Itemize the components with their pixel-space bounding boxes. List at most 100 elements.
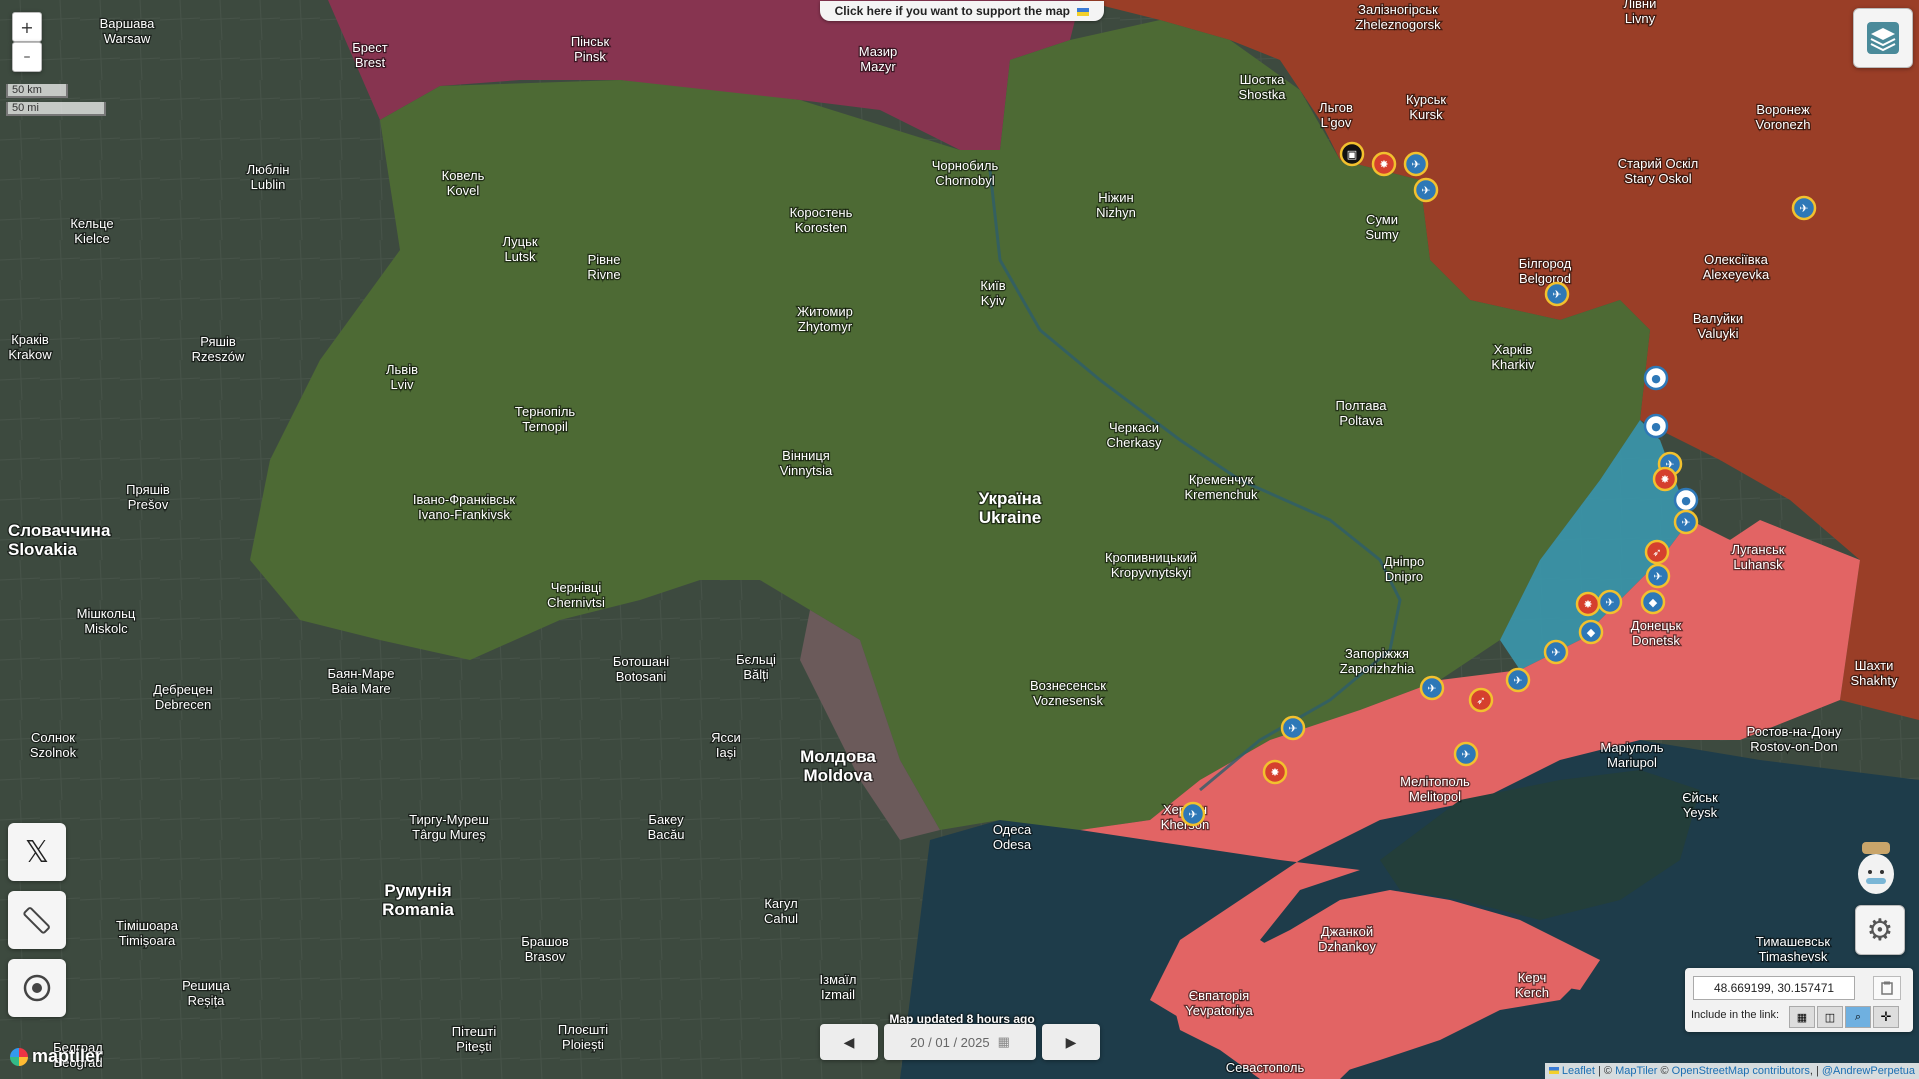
place-label: КиївKyiv <box>979 277 1007 310</box>
drone-marker[interactable]: ✈ <box>1413 177 1439 203</box>
shield-icon: ◆ <box>1649 596 1658 609</box>
calendar-icon: ▦ <box>997 1034 1010 1049</box>
plane-marker[interactable]: ✈ <box>1791 195 1817 221</box>
plane-marker[interactable]: ✈ <box>1280 715 1306 741</box>
place-label: ХарківKharkiv <box>1490 341 1536 374</box>
zoom-out-button[interactable]: – <box>12 42 42 72</box>
author-link[interactable]: @AndrewPerpetua <box>1822 1065 1915 1077</box>
drone-icon: ✈ <box>1653 570 1662 583</box>
next-date-button[interactable]: ▶ <box>1042 1024 1100 1060</box>
place-name-en: Ivano-Frankivsk <box>418 507 510 522</box>
zoom-in-button[interactable]: + <box>12 12 42 42</box>
plane-marker[interactable]: ✈ <box>1543 639 1569 665</box>
place-name-local: Луцьк <box>502 234 537 249</box>
place-label: ПітештіPitești <box>450 1023 497 1056</box>
dot-marker[interactable]: ● <box>1643 365 1669 391</box>
map-canvas[interactable]: ВаршаваWarsawБрестBrestПінськPinsk МазирM… <box>0 0 1919 1079</box>
tank-marker[interactable]: ▣ <box>1339 141 1365 167</box>
place-label: Ростов-на-ДонуRostov-on-Don <box>1745 723 1843 756</box>
place-name-local: Баян-Маре <box>328 666 395 681</box>
shield-marker[interactable]: ◆ <box>1578 619 1604 645</box>
include-layers-toggle[interactable]: ◫ <box>1817 1006 1843 1028</box>
settings-button[interactable]: ⚙ <box>1855 905 1905 955</box>
place-name-local: Суми <box>1366 212 1398 227</box>
mascot-avatar[interactable] <box>1852 836 1900 896</box>
place-name-en: Kremenchuk <box>1185 487 1258 502</box>
place-label: Севастополь <box>1225 1059 1306 1077</box>
support-banner[interactable]: Click here if you want to support the ma… <box>820 1 1104 21</box>
place-name-en: Voznesensk <box>1033 693 1104 708</box>
copy-coords-button[interactable] <box>1873 976 1901 1000</box>
place-name-local: Воронеж <box>1756 102 1810 117</box>
missile-icon: ➶ <box>1476 694 1485 707</box>
place-name-local: Брест <box>352 40 387 55</box>
place-label: КельцеKielce <box>69 215 115 248</box>
missile-marker[interactable]: ➶ <box>1644 539 1670 565</box>
place-label: ЛуганськLuhansk <box>1730 541 1786 574</box>
triangle-left-icon: ◀ <box>843 1033 855 1050</box>
crosshair-icon: ✛ <box>1880 1009 1892 1024</box>
place-label: ЗапоріжжяZaporizhzhia <box>1339 645 1417 678</box>
place-name-local: Пінськ <box>571 34 610 49</box>
place-name-en: Kharkiv <box>1491 357 1535 372</box>
place-label: ПінськPinsk <box>570 33 611 66</box>
layers-button[interactable] <box>1853 8 1913 68</box>
plane-icon: ✈ <box>1551 646 1560 659</box>
flag-icon <box>1548 1067 1559 1074</box>
place-name-en: Yevpatoriya <box>1185 1003 1253 1018</box>
drone-marker[interactable]: ✈ <box>1419 675 1445 701</box>
place-name-en: Bălți <box>743 667 768 682</box>
place-label: ВознесенськVoznesensk <box>1029 677 1108 710</box>
plane-marker[interactable]: ✈ <box>1180 801 1206 827</box>
attr-sep-3: , | <box>1809 1065 1822 1077</box>
target-icon <box>23 974 51 1002</box>
place-name-local: Шостка <box>1240 72 1286 87</box>
x-twitter-button[interactable]: 𝕏 <box>8 823 66 881</box>
drone-marker[interactable]: ✈ <box>1645 563 1671 589</box>
prev-date-button[interactable]: ◀ <box>820 1024 878 1060</box>
osm-link[interactable]: OpenStreetMap contributors <box>1672 1065 1810 1077</box>
explosion-marker[interactable]: ✸ <box>1575 591 1601 617</box>
place-name-local: Тімішоара <box>116 918 179 933</box>
place-label: МішкольцMiskolc <box>75 605 137 638</box>
coordinates-field[interactable]: 48.669199, 30.157471 <box>1693 976 1855 1000</box>
include-crosshair-toggle[interactable]: ✛ <box>1873 1006 1899 1028</box>
include-date-toggle[interactable]: ▦ <box>1789 1006 1815 1028</box>
drone-marker[interactable]: ✈ <box>1403 151 1429 177</box>
place-name-en: Cahul <box>764 911 798 926</box>
drone-icon: ✈ <box>1605 596 1614 609</box>
maptiler-logo[interactable]: maptiler <box>10 1046 102 1067</box>
locate-button[interactable] <box>8 959 66 1017</box>
place-name-local: Тиргу-Муреш <box>409 812 489 827</box>
place-name-en: Mariupol <box>1607 755 1657 770</box>
drone-marker[interactable]: ✈ <box>1544 281 1570 307</box>
shield-marker[interactable]: ◆ <box>1640 589 1666 615</box>
drone-marker[interactable]: ✈ <box>1597 589 1623 615</box>
place-label: ЛуцькLutsk <box>501 233 539 266</box>
missile-marker[interactable]: ➶ <box>1468 687 1494 713</box>
ruler-button[interactable] <box>8 891 66 949</box>
plane-marker[interactable]: ✈ <box>1505 667 1531 693</box>
place-name-local: Залізногірськ <box>1358 2 1438 17</box>
place-name-local: Пітешті <box>452 1024 497 1039</box>
leaflet-link[interactable]: Leaflet <box>1562 1065 1595 1077</box>
place-name-en: Vinnytsia <box>780 463 833 478</box>
dot-marker[interactable]: ● <box>1673 487 1699 513</box>
drone-marker[interactable]: ✈ <box>1453 741 1479 767</box>
explosion-marker[interactable]: ✸ <box>1652 466 1678 492</box>
place-name-local: Тернопіль <box>515 404 576 419</box>
place-name-local: Запоріжжя <box>1345 646 1409 661</box>
plane-marker[interactable]: ✈ <box>1673 509 1699 535</box>
calendar-icon: ▦ <box>1796 1011 1808 1024</box>
maptiler-link[interactable]: MapTiler <box>1615 1065 1657 1077</box>
explosion-marker[interactable]: ✸ <box>1371 151 1397 177</box>
include-location-toggle[interactable]: ⌕ <box>1845 1006 1871 1028</box>
place-label: ПлоєштіPloiești <box>557 1021 610 1054</box>
place-label: БакеуBacău <box>646 811 685 844</box>
dot-marker[interactable]: ● <box>1643 413 1669 439</box>
place-label: МолдоваMoldova <box>799 746 878 787</box>
place-name-en: Kropyvnytskyi <box>1111 565 1191 580</box>
explosion-marker[interactable]: ✸ <box>1262 759 1288 785</box>
date-picker[interactable]: 20 / 01 / 2025 ▦ <box>884 1024 1036 1060</box>
place-label: КраківKrakow <box>7 331 53 364</box>
